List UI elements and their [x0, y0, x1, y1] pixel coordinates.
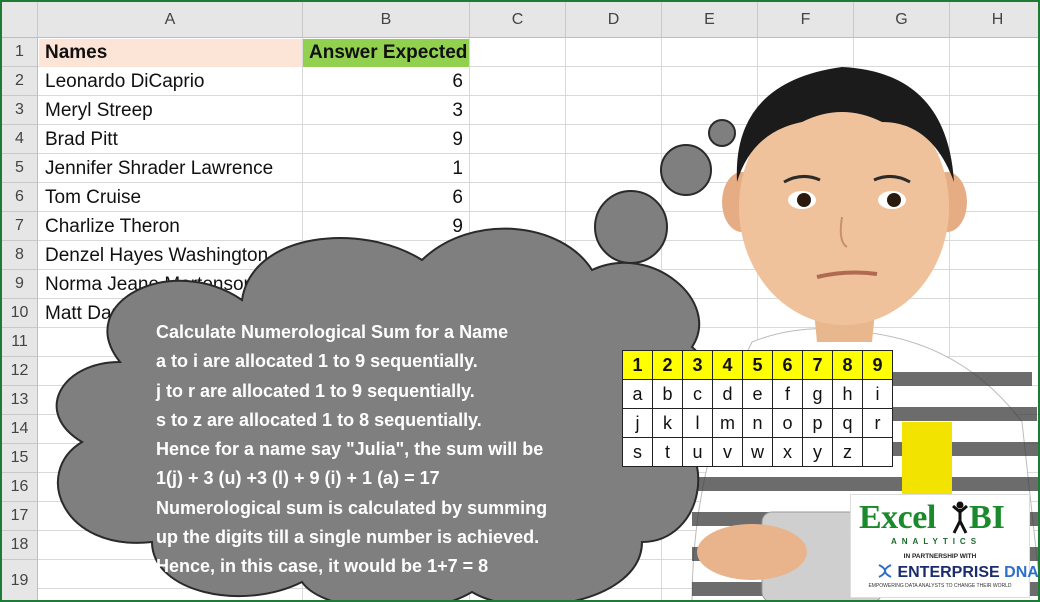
dna-helix-icon: [878, 564, 892, 578]
logo-analytics-text: ANALYTICS: [891, 537, 982, 546]
letter-cell: l: [682, 408, 713, 438]
letter-cell: n: [742, 408, 773, 438]
letter-row: a b c d e f g h i: [622, 379, 893, 409]
cloud-line: up the digits till a single number is ac…: [156, 527, 540, 548]
logo-tagline: EMPOWERING DATA ANALYSTS TO CHANGE THEIR…: [868, 583, 1012, 589]
cloud-line: a to i are allocated 1 to 9 sequentially…: [156, 351, 478, 372]
letter-cell: [862, 437, 893, 467]
letter-cell: e: [742, 379, 773, 409]
spreadsheet-view: A B C D E F G H 1 2 3 4 5 6 7 8 9 10 11 …: [0, 0, 1040, 602]
digit-cell: 5: [742, 350, 773, 380]
cloud-line: Numerological sum is calculated by summi…: [156, 497, 548, 518]
cloud-line: s to z are allocated 1 to 8 sequentially…: [156, 409, 482, 430]
digit-cell: 4: [712, 350, 743, 380]
letter-cell: r: [862, 408, 893, 438]
letter-cell: a: [622, 379, 653, 409]
letter-cell: k: [652, 408, 683, 438]
digit-cell: 1: [622, 350, 653, 380]
cloud-line: Hence, in this case, it would be 1+7 = 8: [156, 556, 489, 577]
letter-cell: u: [682, 437, 713, 467]
letter-cell: o: [772, 408, 803, 438]
letter-cell: w: [742, 437, 773, 467]
letter-cell: b: [652, 379, 683, 409]
logo-partnership-text: IN PARTNERSHIP WITH: [903, 553, 977, 560]
letter-cell: p: [802, 408, 833, 438]
cloud-line: j to r are allocated 1 to 9 sequentially…: [156, 380, 475, 401]
digit-row: 1 2 3 4 5 6 7 8 9: [622, 350, 893, 380]
letter-cell: d: [712, 379, 743, 409]
letter-cell: q: [832, 408, 863, 438]
letter-cell: y: [802, 437, 833, 467]
digit-cell: 8: [832, 350, 863, 380]
jumping-figure-icon: [952, 501, 968, 534]
letter-row: j k l m n o p q r: [622, 408, 893, 438]
letter-number-table: 1 2 3 4 5 6 7 8 9 a b c d e f g h i j k …: [622, 350, 893, 467]
excel-bi-logo: Excel BI ANALYTICS IN PARTNERSHIP WITH E…: [850, 494, 1038, 598]
letter-cell: m: [712, 408, 743, 438]
letter-row: s t u v w x y z: [622, 437, 893, 467]
cloud-line: 1(j) + 3 (u) +3 (l) + 9 (i) + 1 (a) = 17: [156, 468, 440, 489]
logo-bi-text: BI: [969, 499, 1005, 536]
digit-cell: 7: [802, 350, 833, 380]
digit-cell: 2: [652, 350, 683, 380]
dna-text: DNA: [1004, 564, 1039, 581]
letter-cell: v: [712, 437, 743, 467]
cloud-instructions: Calculate Numerological Sum for a Name a…: [156, 318, 626, 582]
letter-cell: h: [832, 379, 863, 409]
letter-cell: i: [862, 379, 893, 409]
letter-cell: x: [772, 437, 803, 467]
enterprise-text: ENTERPRISE: [897, 564, 1000, 581]
letter-cell: z: [832, 437, 863, 467]
enterprise-dna-wordmark: ENTERPRISE DNA: [877, 563, 1039, 582]
letter-cell: g: [802, 379, 833, 409]
letter-cell: t: [652, 437, 683, 467]
cloud-line: Hence for a name say "Julia", the sum wi…: [156, 439, 544, 460]
letter-cell: f: [772, 379, 803, 409]
digit-cell: 6: [772, 350, 803, 380]
letter-cell: s: [622, 437, 653, 467]
letter-cell: j: [622, 408, 653, 438]
digit-cell: 9: [862, 350, 893, 380]
digit-cell: 3: [682, 350, 713, 380]
logo-excel-text: Excel: [859, 499, 936, 536]
cloud-line: Calculate Numerological Sum for a Name: [156, 322, 509, 342]
letter-cell: c: [682, 379, 713, 409]
